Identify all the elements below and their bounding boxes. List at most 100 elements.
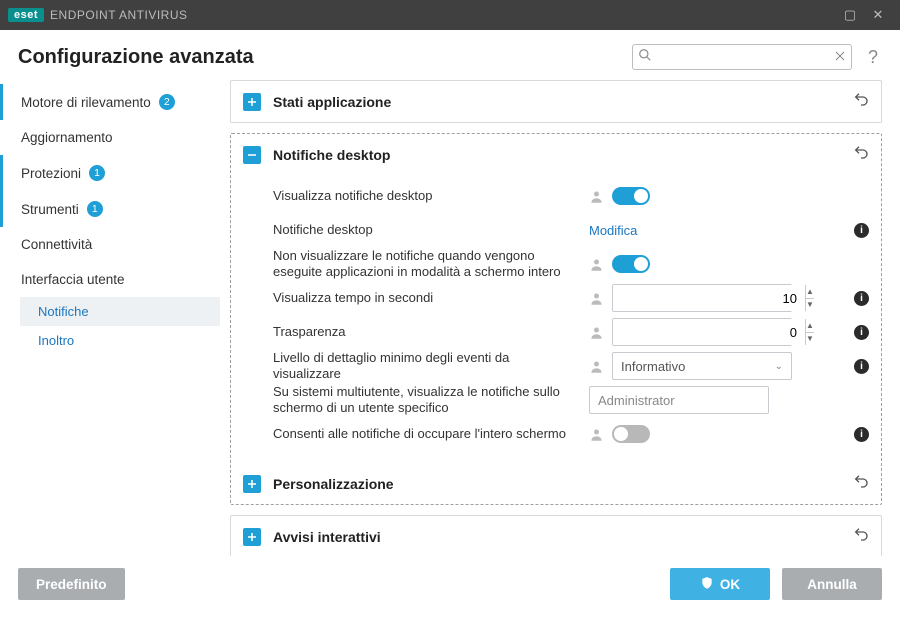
sidebar-badge: 2 [159,94,175,110]
revert-icon[interactable] [847,144,869,165]
cancel-button[interactable]: Annulla [782,568,882,600]
sidebar-item-label: Motore di rilevamento [21,95,151,110]
header: Configurazione avanzata ? [0,30,900,80]
info-icon[interactable]: i [854,291,869,306]
search-box [632,44,852,70]
product-name: ENDPOINT ANTIVIRUS [50,8,187,22]
event-level-select[interactable]: Informativo ⌄ [612,352,792,380]
search-input[interactable] [632,44,852,70]
person-icon [589,359,604,374]
ok-button[interactable]: OK [670,568,770,600]
step-up-icon[interactable]: ▲ [806,285,814,299]
info-icon[interactable]: i [854,359,869,374]
toggle-show-desktop-notif[interactable] [612,187,650,205]
setting-label: Non visualizzare le notifiche quando ven… [273,248,579,281]
panel-head-interactive[interactable]: Avvisi interattivi [231,516,881,556]
sidebar-item-label: Strumenti [21,202,79,217]
row-transparency: Trasparenza ▲▼ i [273,315,869,349]
content: Stati applicazione Notifiche desktop Vis… [220,80,900,556]
setting-label: Notifiche desktop [273,222,579,238]
select-value: Informativo [621,359,685,374]
sidebar-item-tools[interactable]: Strumenti 1 [0,191,220,227]
sidebar-item-label: Interfaccia utente [21,272,125,287]
toggle-fullscreen-notif[interactable] [612,425,650,443]
sidebar-item-label: Protezioni [21,166,81,181]
seconds-stepper[interactable]: ▲▼ [612,284,792,312]
transparency-stepper[interactable]: ▲▼ [612,318,792,346]
brand-logo: eset [8,8,44,22]
step-up-icon[interactable]: ▲ [806,319,814,333]
panel-app-states: Stati applicazione [230,80,882,123]
page-title: Configurazione avanzata [18,46,620,69]
panel-interactive-alerts: Avvisi interattivi [230,515,882,556]
sidebar-item-ui[interactable]: Interfaccia utente [0,262,220,297]
multiuser-field[interactable]: Administrator [589,386,769,414]
row-desktop-config: Notifiche desktop Modifica i [273,213,869,247]
sidebar-badge: 1 [89,165,105,181]
step-down-icon[interactable]: ▼ [806,333,814,346]
shield-icon [700,576,714,593]
setting-label: Visualizza tempo in secondi [273,290,579,306]
sub-panel-personalization[interactable]: Personalizzazione [231,463,881,504]
panel-desktop-notifications: Notifiche desktop Visualizza notifiche d… [230,133,882,505]
sidebar-item-label: Connettività [21,237,92,252]
sidebar-sub-notifications[interactable]: Notifiche [20,297,220,326]
sidebar-item-label: Aggiornamento [21,130,113,145]
info-icon[interactable]: i [854,223,869,238]
row-fullscreen-notif: Consenti alle notifiche di occupare l'in… [273,417,869,451]
expand-icon [243,528,261,546]
expand-icon [243,93,261,111]
setting-label: Su sistemi multiutente, visualizza le no… [273,384,579,417]
help-button[interactable]: ? [864,47,882,68]
step-down-icon[interactable]: ▼ [806,299,814,312]
revert-icon[interactable] [847,473,869,494]
row-show-desktop-notif: Visualizza notifiche desktop [273,179,869,213]
panel-title: Stati applicazione [273,94,847,110]
input-placeholder: Administrator [598,393,675,408]
window-restore-button[interactable]: ▢ [836,7,864,23]
sidebar-item-label: Inoltro [38,333,74,348]
row-display-seconds: Visualizza tempo in secondi ▲▼ i [273,281,869,315]
revert-icon[interactable] [847,91,869,112]
panel-head-desktop[interactable]: Notifiche desktop [231,134,881,175]
toggle-suppress-fullscreen[interactable] [612,255,650,273]
person-icon [589,325,604,340]
window-close-button[interactable]: ✕ [864,7,892,23]
panel-title: Notifiche desktop [273,147,847,163]
button-label: OK [720,577,740,592]
transparency-input[interactable] [613,319,805,345]
collapse-icon [243,146,261,164]
setting-label: Visualizza notifiche desktop [273,188,579,204]
setting-label: Livello di dettaglio minimo degli eventi… [273,350,579,383]
person-icon [589,427,604,442]
person-icon [589,189,604,204]
sidebar-item-protections[interactable]: Protezioni 1 [0,155,220,191]
sidebar-item-label: Notifiche [38,304,89,319]
panel-title: Personalizzazione [273,476,847,492]
setting-label: Trasparenza [273,324,579,340]
clear-search-icon[interactable] [834,49,846,67]
edit-link[interactable]: Modifica [589,223,637,238]
person-icon [589,257,604,272]
seconds-input[interactable] [613,285,805,311]
footer: Predefinito OK Annulla [0,556,900,612]
expand-icon [243,475,261,493]
revert-icon[interactable] [847,526,869,547]
sidebar-item-detection-engine[interactable]: Motore di rilevamento 2 [0,84,220,120]
sidebar: Motore di rilevamento 2 Aggiornamento Pr… [0,80,220,556]
row-min-event-level: Livello di dettaglio minimo degli eventi… [273,349,869,383]
sidebar-item-connectivity[interactable]: Connettività [0,227,220,262]
info-icon[interactable]: i [854,325,869,340]
panel-title: Avvisi interattivi [273,529,847,545]
sidebar-item-update[interactable]: Aggiornamento [0,120,220,155]
panel-head-app-states[interactable]: Stati applicazione [231,81,881,122]
default-button[interactable]: Predefinito [18,568,125,600]
row-multiuser: Su sistemi multiutente, visualizza le no… [273,383,869,417]
sidebar-sub-forwarding[interactable]: Inoltro [20,326,220,355]
titlebar: eset ENDPOINT ANTIVIRUS ▢ ✕ [0,0,900,30]
person-icon [589,291,604,306]
setting-label: Consenti alle notifiche di occupare l'in… [273,426,579,442]
search-icon [638,48,652,67]
info-icon[interactable]: i [854,427,869,442]
sidebar-badge: 1 [87,201,103,217]
